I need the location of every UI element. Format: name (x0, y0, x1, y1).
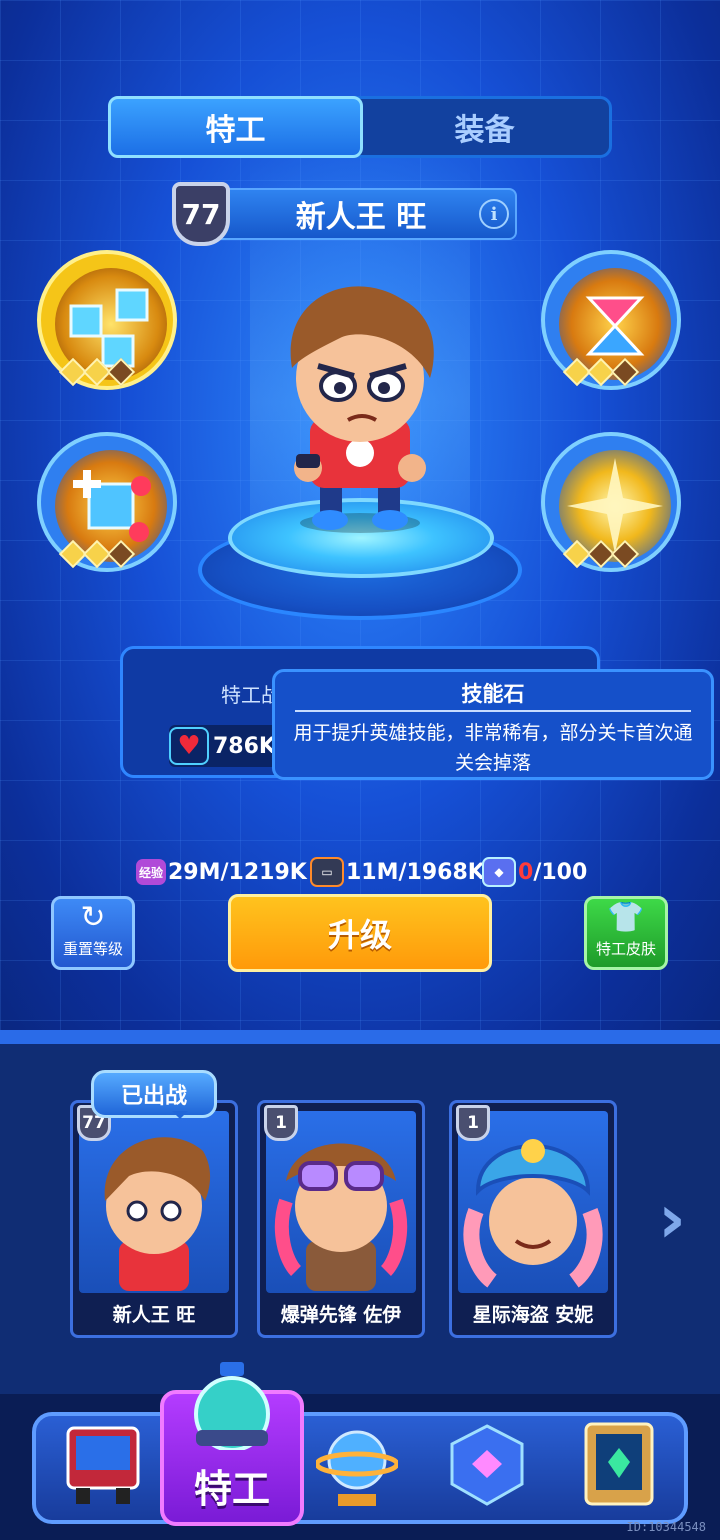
tooltip-description: 用于提升英雄技能，非常稀有，部分关卡首次通关会掉落 (293, 722, 693, 774)
skill-stone-current: 0 (518, 859, 534, 885)
reset-level-button[interactable]: ↻ 重置等级 (51, 896, 135, 970)
skill-slot-3[interactable] (37, 432, 177, 572)
skill-rank (562, 357, 640, 387)
tooltip-title: 技能石 (461, 682, 525, 706)
cassette-icon: ▭ (310, 857, 344, 887)
hp-stat: ♥ 786K (169, 725, 289, 767)
hero-card-2[interactable]: 1 爆弹先锋 佐伊 (257, 1100, 425, 1338)
nav-planet-icon[interactable] (314, 1420, 400, 1510)
chevron-right-icon[interactable]: › (658, 1180, 686, 1259)
nav-arcade-icon[interactable] (62, 1420, 144, 1510)
exp-resource: 经验 29M/1219K (136, 856, 307, 888)
hp-value: 786K (213, 733, 276, 759)
exp-icon: 经验 (136, 859, 166, 885)
skill-stone-icon: ◆ (482, 857, 516, 887)
refresh-icon: ↻ (80, 900, 106, 935)
hero-level-badge: 77 (172, 182, 230, 246)
skill-rank (58, 357, 136, 387)
nav-agent-label: 特工 (193, 1467, 270, 1511)
footer-id: ID:10344548 (626, 1520, 706, 1534)
skin-label: 特工皮肤 (595, 940, 656, 958)
reset-label: 重置等级 (62, 940, 123, 958)
skill-slot-2[interactable] (541, 250, 681, 390)
skill-stone-tooltip: 技能石 用于提升英雄技能，非常稀有，部分关卡首次通关会掉落 (272, 669, 714, 780)
skill-slot-1[interactable] (37, 250, 177, 390)
hero-level-badge: 1 (264, 1105, 298, 1141)
tab-agent[interactable]: 特工 (108, 96, 363, 158)
shirt-icon: 👕 (607, 900, 645, 935)
skill-stone-max: /100 (533, 859, 588, 885)
nav-portal-icon[interactable] (578, 1420, 660, 1510)
hero-name: 新人王 旺 (112, 1304, 196, 1326)
hero-name: 新人王 旺 (295, 200, 427, 235)
heart-icon: ♥ (169, 727, 209, 765)
nav-agent-icon (194, 1362, 270, 1450)
tape-value: 11M/1968K (346, 859, 485, 885)
upgrade-button[interactable]: 升级 (228, 894, 492, 972)
hero-name-bar: 新人王 旺 (205, 188, 517, 240)
hero-name: 星际海盗 安妮 (472, 1304, 594, 1326)
skill-rank (562, 539, 640, 569)
nav-cube-icon[interactable] (446, 1420, 528, 1510)
deployed-badge: 已出战 (91, 1070, 217, 1119)
skill-stone-resource: ◆ 0 /100 (482, 856, 587, 888)
hero-card-3[interactable]: 1 星际海盗 安妮 (449, 1100, 617, 1338)
tooltip-divider (295, 710, 691, 712)
tape-resource: ▭ 11M/1968K (310, 856, 485, 888)
tab-bar: 特工 装备 (108, 96, 612, 158)
agent-skin-button[interactable]: 👕 特工皮肤 (584, 896, 668, 970)
tab-equipment[interactable]: 装备 (360, 99, 609, 155)
hero-level-badge: 1 (456, 1105, 490, 1141)
info-icon[interactable]: i (479, 199, 509, 229)
exp-value: 29M/1219K (168, 859, 307, 885)
hero-name: 爆弹先锋 佐伊 (280, 1304, 402, 1326)
hero-card-1[interactable]: 77 新人王 旺 (70, 1100, 238, 1338)
skill-slot-4[interactable] (541, 432, 681, 572)
hero-character[interactable] (240, 268, 480, 538)
skill-rank (58, 539, 136, 569)
